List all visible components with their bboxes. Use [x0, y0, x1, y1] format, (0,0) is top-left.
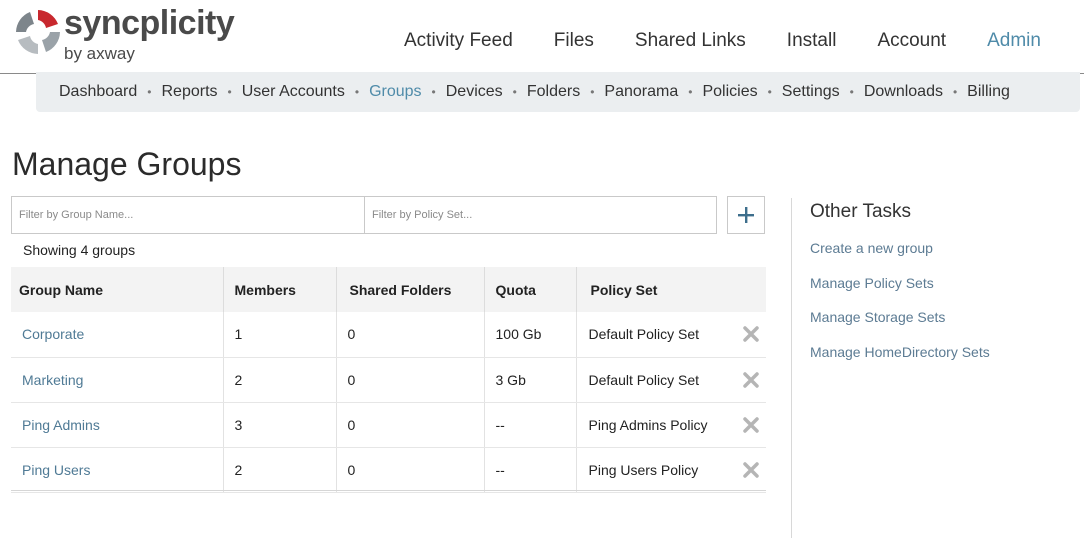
members-cell: 3 — [222, 402, 336, 448]
table-row: Corporate 1 0 100 Gb Default Policy Set — [11, 312, 766, 358]
quota-cell: 3 Gb — [483, 357, 576, 403]
policy-set-cell: Default Policy Set — [575, 312, 766, 358]
top-header: syncplicity by axway Activity Feed Files… — [0, 0, 1084, 74]
quota-cell: -- — [483, 447, 576, 493]
subnav-user-accounts[interactable]: User Accounts — [242, 83, 345, 101]
subnav-separator: • — [227, 85, 232, 99]
manage-homedirectory-sets-link[interactable]: Manage HomeDirectory Sets — [810, 344, 990, 379]
table-row: Ping Users 2 0 -- Ping Users Policy — [11, 447, 766, 493]
create-new-group-link[interactable]: Create a new group — [810, 240, 990, 275]
delete-group-icon[interactable] — [742, 325, 760, 343]
policy-set-text: Default Policy Set — [588, 371, 700, 388]
policy-set-cell: Default Policy Set — [575, 357, 766, 403]
main-nav: Activity Feed Files Shared Links Install… — [404, 30, 1041, 52]
table-bottom-border — [11, 490, 766, 491]
table-row: Marketing 2 0 3 Gb Default Policy Set — [11, 357, 766, 403]
quota-cell: 100 Gb — [483, 312, 576, 358]
header-policy-set[interactable]: Policy Set — [575, 267, 766, 312]
policy-set-text: Ping Users Policy — [588, 461, 699, 478]
manage-storage-sets-link[interactable]: Manage Storage Sets — [810, 309, 990, 344]
syncplicity-logo-icon — [16, 10, 60, 54]
delete-group-icon[interactable] — [742, 416, 760, 434]
subnav-settings[interactable]: Settings — [782, 83, 840, 101]
subnav-separator: • — [590, 85, 595, 99]
syncplicity-logo[interactable]: syncplicity by axway — [12, 4, 242, 64]
add-group-button[interactable] — [727, 196, 765, 234]
filter-bar — [11, 196, 717, 234]
header-group-name[interactable]: Group Name — [11, 267, 223, 312]
table-header-row: Group Name Members Shared Folders Quota … — [11, 267, 766, 312]
shared-folders-cell: 0 — [335, 447, 484, 493]
subnav-dashboard[interactable]: Dashboard — [59, 83, 137, 101]
showing-count: Showing 4 groups — [23, 242, 136, 258]
nav-files[interactable]: Files — [554, 30, 594, 52]
subnav-separator: • — [952, 85, 958, 99]
subnav-panorama[interactable]: Panorama — [604, 83, 678, 101]
members-cell: 2 — [222, 357, 336, 403]
subnav-groups[interactable]: Groups — [369, 83, 421, 101]
policy-set-cell: Ping Users Policy — [575, 447, 766, 493]
subnav-downloads[interactable]: Downloads — [864, 83, 943, 101]
brand-subtitle: by axway — [64, 44, 135, 63]
group-name-link[interactable]: Marketing — [11, 357, 223, 403]
group-name-link[interactable]: Ping Admins — [11, 402, 223, 448]
page-title: Manage Groups — [12, 146, 242, 182]
members-cell: 2 — [222, 447, 336, 493]
table-row: Ping Admins 3 0 -- Ping Admins Policy — [11, 402, 766, 448]
group-name-link[interactable]: Corporate — [11, 312, 223, 358]
nav-shared-links[interactable]: Shared Links — [635, 30, 746, 52]
brand-name: syncplicity — [64, 4, 235, 42]
members-cell: 1 — [222, 312, 336, 358]
subnav-separator: • — [431, 85, 436, 99]
header-members[interactable]: Members — [222, 267, 336, 312]
nav-admin[interactable]: Admin — [987, 30, 1041, 52]
subnav-billing[interactable]: Billing — [967, 83, 1010, 101]
subnav-separator: • — [688, 85, 693, 99]
policy-set-filter-input[interactable] — [364, 197, 716, 233]
subnav-separator: • — [512, 85, 517, 99]
shared-folders-cell: 0 — [335, 312, 484, 358]
header-shared-folders[interactable]: Shared Folders — [335, 267, 484, 312]
subnav-folders[interactable]: Folders — [527, 83, 580, 101]
delete-group-icon[interactable] — [742, 371, 760, 389]
subnav-devices[interactable]: Devices — [446, 83, 503, 101]
group-name-link[interactable]: Ping Users — [11, 447, 223, 493]
nav-account[interactable]: Account — [877, 30, 946, 52]
plus-icon — [738, 207, 754, 223]
delete-group-icon[interactable] — [742, 461, 760, 479]
groups-table: Group Name Members Shared Folders Quota … — [11, 267, 766, 493]
subnav-separator: • — [767, 85, 772, 99]
policy-set-text: Default Policy Set — [588, 326, 700, 343]
shared-folders-cell: 0 — [335, 402, 484, 448]
policy-set-cell: Ping Admins Policy — [575, 402, 766, 448]
subnav-reports[interactable]: Reports — [161, 83, 217, 101]
policy-set-text: Ping Admins Policy — [588, 416, 708, 433]
nav-install[interactable]: Install — [787, 30, 837, 52]
admin-sub-nav: Dashboard • Reports • User Accounts • Gr… — [36, 72, 1080, 112]
other-tasks-links: Create a new group Manage Policy Sets Ma… — [810, 240, 990, 378]
subnav-separator: • — [147, 85, 152, 99]
nav-activity-feed[interactable]: Activity Feed — [404, 30, 513, 52]
shared-folders-cell: 0 — [335, 357, 484, 403]
quota-cell: -- — [483, 402, 576, 448]
other-tasks-title: Other Tasks — [810, 201, 912, 222]
subnav-separator: • — [354, 85, 360, 99]
manage-policy-sets-link[interactable]: Manage Policy Sets — [810, 275, 990, 310]
header-quota[interactable]: Quota — [483, 267, 576, 312]
side-panel-divider — [791, 198, 792, 538]
subnav-separator: • — [849, 85, 854, 99]
subnav-policies[interactable]: Policies — [702, 83, 757, 101]
group-name-filter-input[interactable] — [12, 197, 364, 233]
